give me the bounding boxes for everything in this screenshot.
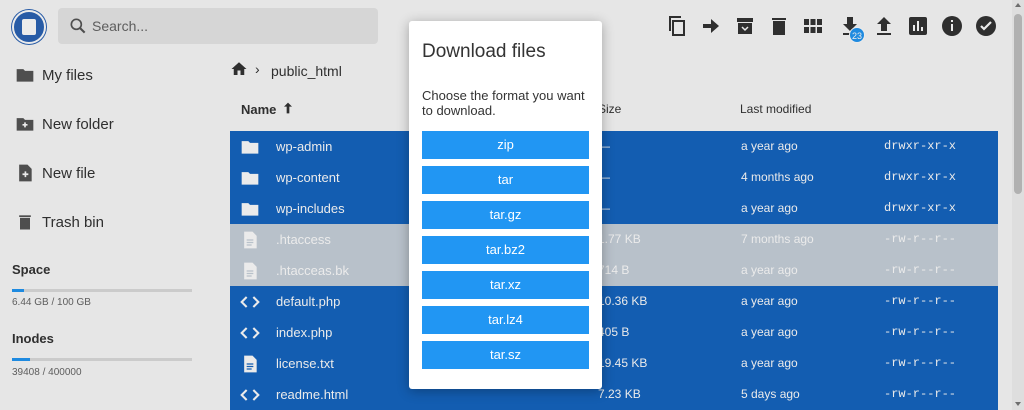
format-tar-lz4-button[interactable]: tar.lz4 bbox=[422, 306, 589, 334]
format-tar-bz2-button[interactable]: tar.bz2 bbox=[422, 236, 589, 264]
download-dialog: Download files Choose the format you wan… bbox=[409, 21, 602, 389]
format-zip-button[interactable]: zip bbox=[422, 131, 589, 159]
dialog-description: Choose the format you want to download. bbox=[422, 88, 585, 118]
dialog-title: Download files bbox=[422, 41, 546, 62]
format-tar-gz-button[interactable]: tar.gz bbox=[422, 201, 589, 229]
format-tar-xz-button[interactable]: tar.xz bbox=[422, 271, 589, 299]
format-tar-button[interactable]: tar bbox=[422, 166, 589, 194]
format-tar-sz-button[interactable]: tar.sz bbox=[422, 341, 589, 369]
